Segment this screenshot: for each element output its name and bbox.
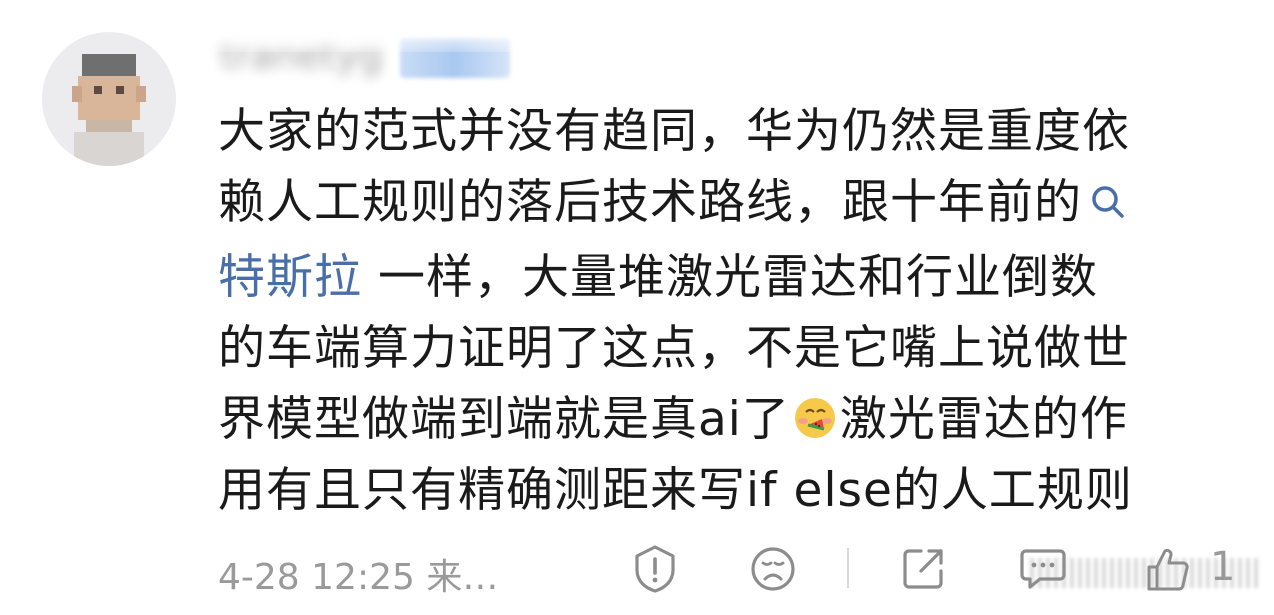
comment-line: 的车端算力证明了这点，不是它嘴上说做世 <box>218 321 1130 376</box>
comment-text: 大家的范式并没有趋同，华为仍然是重度依 赖人工规则的落后技术路线，跟十年前的 特… <box>218 96 1228 526</box>
comment-line: 界模型做端到端就是真ai了 激光雷达的作 <box>218 384 1228 455</box>
timestamp: 4-28 12:25 来… <box>218 557 499 598</box>
comment-line-text: 一样，大量堆激光雷达和行业倒数 <box>362 250 1098 305</box>
comment-line: 用有且只有精确测距来写if else的人工规则 <box>218 463 1133 518</box>
eating-watermelon-emoji-icon <box>794 398 835 438</box>
comment-line-text: 界模型做端到端就是真ai了 <box>218 392 790 447</box>
footer-divider <box>847 548 849 588</box>
avatar[interactable] <box>42 32 176 166</box>
topic-link[interactable]: 特斯拉 <box>218 250 362 305</box>
comment-line-text: 激光雷达的作 <box>839 392 1128 447</box>
comment-line: 大家的范式并没有趋同，华为仍然是重度依 <box>218 104 1130 159</box>
comment-line: 赖人工规则的落后技术路线，跟十年前的 <box>218 167 1228 242</box>
comment-line: 特斯拉 一样，大量堆激光雷达和行业倒数 <box>218 242 1228 313</box>
report-icon[interactable] <box>628 542 682 596</box>
username-mask <box>210 28 540 52</box>
watermark <box>1030 558 1260 588</box>
share-icon[interactable] <box>896 542 950 596</box>
search-icon[interactable] <box>1088 171 1128 242</box>
comment-line-text: 赖人工规则的落后技术路线，跟十年前的 <box>218 175 1082 230</box>
avatar-figure-icon <box>72 54 146 166</box>
dislike-face-icon[interactable] <box>746 542 800 596</box>
